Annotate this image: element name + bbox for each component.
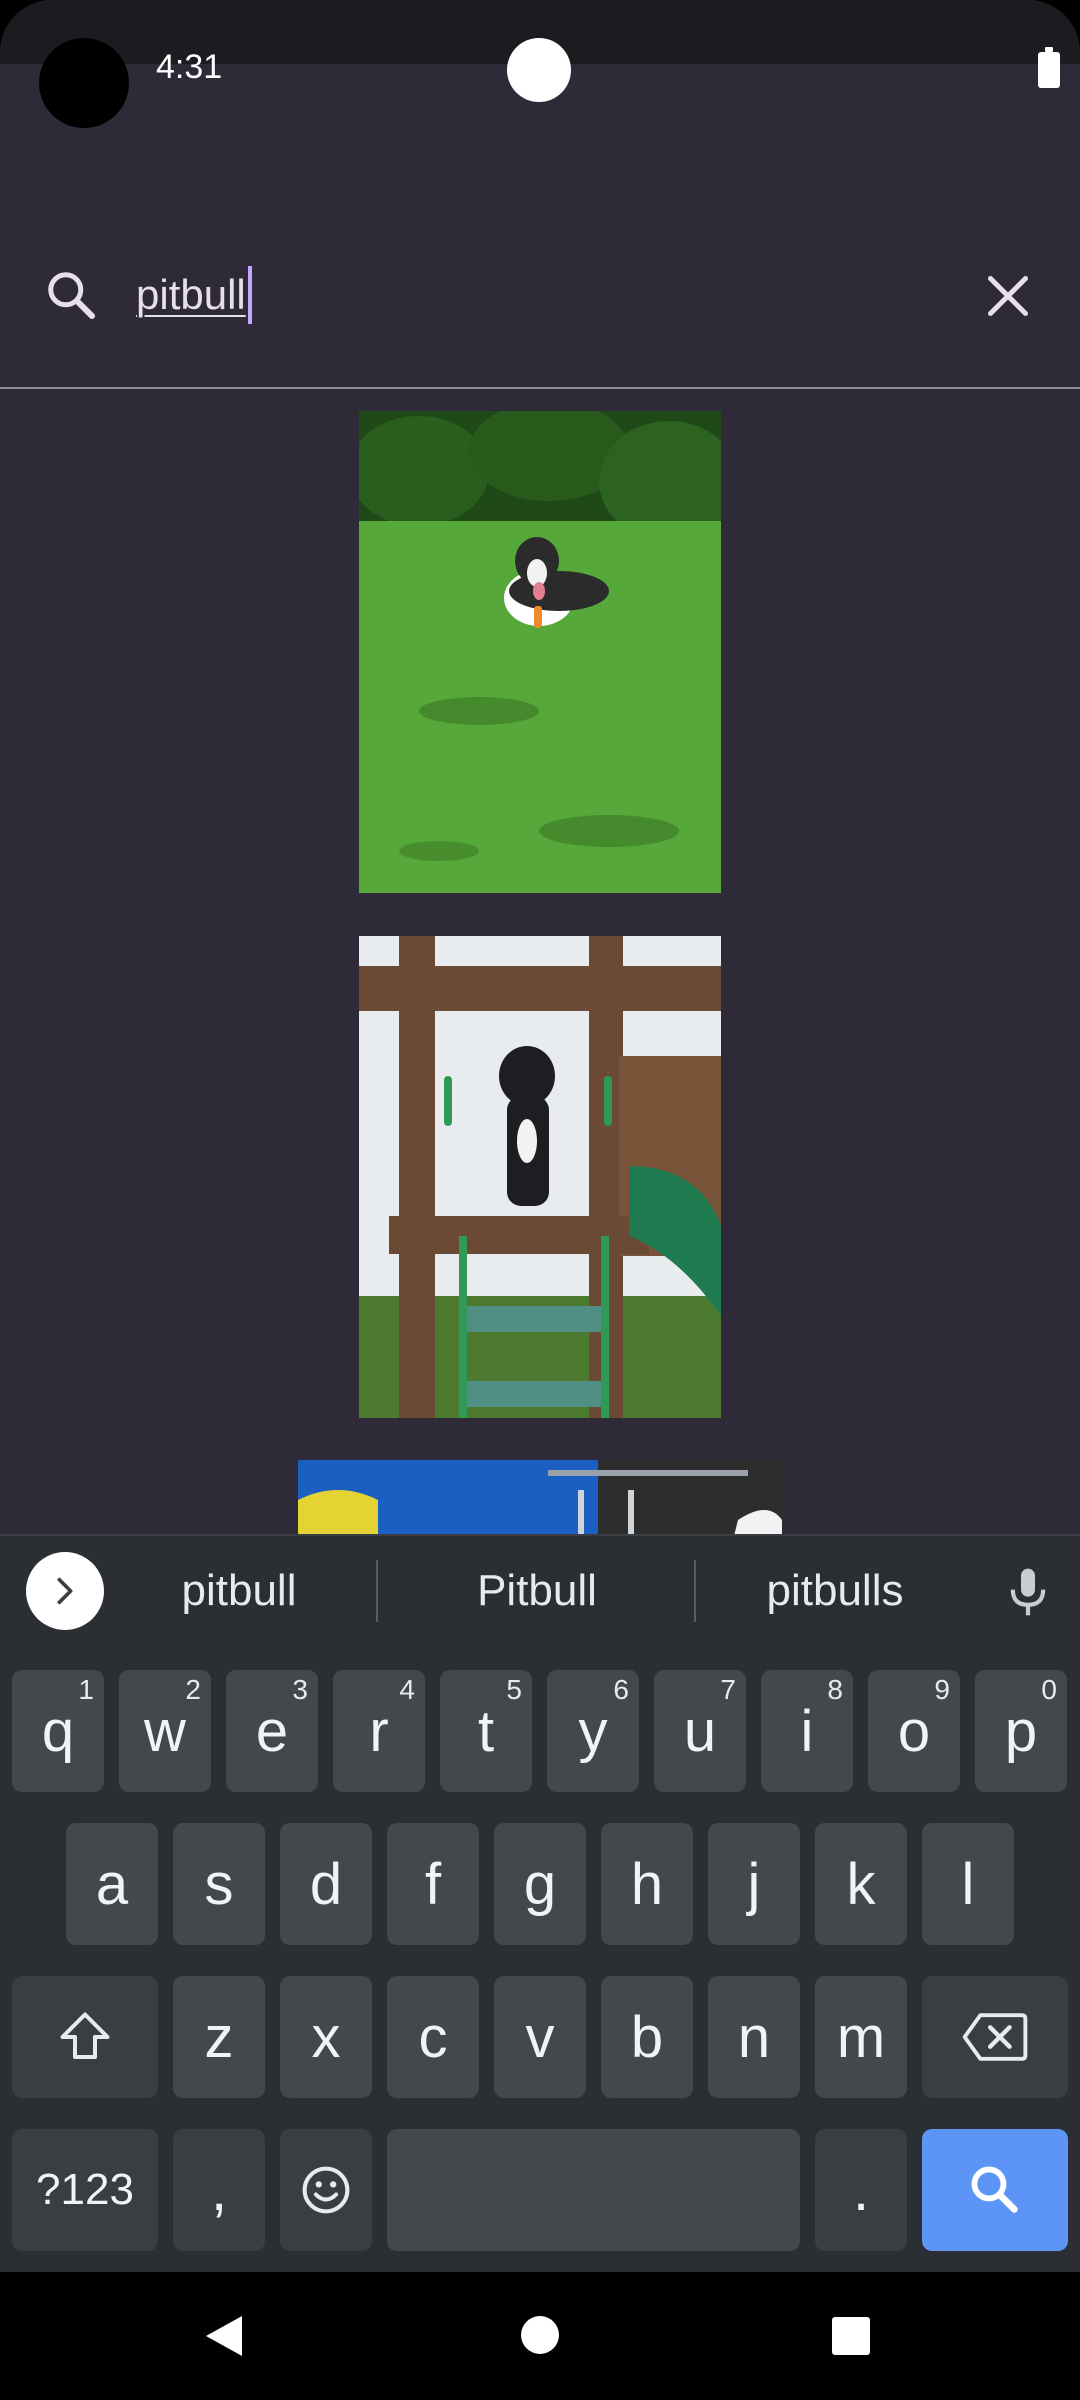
search-query-text: pitbull	[136, 271, 246, 318]
key-hint: 4	[399, 1674, 415, 1705]
key-l[interactable]: l	[922, 1823, 1014, 1945]
key-hint: 2	[185, 1674, 201, 1705]
text-caret	[247, 266, 252, 324]
key-h[interactable]: h	[601, 1823, 693, 1945]
search-bar: pitbull	[0, 230, 1080, 360]
suggestion-strip: pitbull Pitbull pitbulls	[0, 1536, 1080, 1646]
key-label: i	[800, 1698, 814, 1764]
key-o[interactable]: o9	[868, 1670, 960, 1792]
search-results	[0, 389, 1080, 1534]
key-hint: 8	[827, 1674, 843, 1705]
key-m[interactable]: m	[815, 1976, 907, 2098]
result-image[interactable]	[359, 936, 721, 1418]
key-v[interactable]: v	[494, 1976, 586, 2098]
key-label: o	[897, 1698, 931, 1764]
mic-icon[interactable]	[1000, 1562, 1056, 1622]
key-label: q	[41, 1698, 75, 1764]
chevron-right-icon	[57, 1577, 73, 1605]
key-label: e	[255, 1698, 289, 1764]
key-z[interactable]: z	[173, 1976, 265, 2098]
suggestion-3[interactable]: pitbulls	[700, 1556, 970, 1626]
backspace-icon	[962, 2013, 1028, 2061]
close-icon[interactable]	[978, 266, 1038, 326]
comma-key[interactable]: ,	[173, 2129, 265, 2251]
back-icon[interactable]	[202, 2312, 246, 2360]
key-label: u	[683, 1698, 717, 1764]
suggestion-1[interactable]: pitbull	[108, 1556, 370, 1626]
key-label: r	[369, 1698, 389, 1764]
symbols-key[interactable]: ?123	[12, 2129, 158, 2251]
key-label: w	[144, 1698, 186, 1764]
key-f[interactable]: f	[387, 1823, 479, 1945]
key-s[interactable]: s	[173, 1823, 265, 1945]
search-input[interactable]: pitbull	[136, 260, 252, 330]
recents-icon[interactable]	[832, 2317, 870, 2355]
shift-key[interactable]	[12, 1976, 158, 2098]
key-u[interactable]: u7	[654, 1670, 746, 1792]
key-hint: 0	[1041, 1674, 1057, 1705]
key-q[interactable]: q1	[12, 1670, 104, 1792]
emoji-icon	[302, 2166, 350, 2214]
key-label: p	[1004, 1698, 1038, 1764]
key-hint: 7	[720, 1674, 736, 1705]
key-b[interactable]: b	[601, 1976, 693, 2098]
key-hint: 9	[934, 1674, 950, 1705]
search-action-key[interactable]	[922, 2129, 1068, 2251]
suggestion-2[interactable]: Pitbull	[382, 1556, 692, 1626]
pool-photo	[298, 1460, 782, 1534]
status-time: 4:31	[156, 48, 223, 86]
key-g[interactable]: g	[494, 1823, 586, 1945]
key-j[interactable]: j	[708, 1823, 800, 1945]
key-hint: 1	[78, 1674, 94, 1705]
key-r[interactable]: r4	[333, 1670, 425, 1792]
key-y[interactable]: y6	[547, 1670, 639, 1792]
shift-icon	[60, 2012, 110, 2059]
suggestion-divider	[376, 1560, 378, 1622]
key-label: t	[477, 1698, 495, 1764]
dog-on-playset-photo	[359, 936, 721, 1418]
battery-icon	[1038, 47, 1060, 88]
key-c[interactable]: c	[387, 1976, 479, 2098]
soft-keyboard: pitbull Pitbull pitbulls q1 w2 e3 r4 t5 …	[0, 1534, 1080, 2272]
result-image[interactable]	[298, 1460, 782, 1534]
key-w[interactable]: w2	[119, 1670, 211, 1792]
screen: 4:31 pitbull pitbull Pitbull pitbulls q …	[0, 0, 1080, 2400]
key-hint: 6	[613, 1674, 629, 1705]
key-i[interactable]: i8	[761, 1670, 853, 1792]
navigation-bar	[0, 2272, 1080, 2400]
dog-on-grass-photo	[359, 411, 721, 893]
suggestion-divider	[694, 1560, 696, 1622]
key-e[interactable]: e3	[226, 1670, 318, 1792]
key-label: y	[578, 1698, 608, 1764]
key-hint: 3	[292, 1674, 308, 1705]
key-hint: 5	[506, 1674, 522, 1705]
camera-cutout	[39, 38, 129, 128]
expand-toolbar-button[interactable]	[26, 1552, 104, 1630]
front-camera-dot	[507, 38, 571, 102]
backspace-key[interactable]	[922, 1976, 1068, 2098]
search-icon[interactable]	[42, 266, 102, 326]
key-a[interactable]: a	[66, 1823, 158, 1945]
key-k[interactable]: k	[815, 1823, 907, 1945]
home-icon[interactable]	[521, 2316, 559, 2354]
emoji-key[interactable]	[280, 2129, 372, 2251]
key-p[interactable]: p0	[975, 1670, 1067, 1792]
result-image[interactable]	[359, 411, 721, 893]
key-x[interactable]: x	[280, 1976, 372, 2098]
search-icon	[971, 2166, 1018, 2213]
key-n[interactable]: n	[708, 1976, 800, 2098]
key-t[interactable]: t5	[440, 1670, 532, 1792]
period-key[interactable]: .	[815, 2129, 907, 2251]
space-key[interactable]	[387, 2129, 800, 2251]
key-d[interactable]: d	[280, 1823, 372, 1945]
